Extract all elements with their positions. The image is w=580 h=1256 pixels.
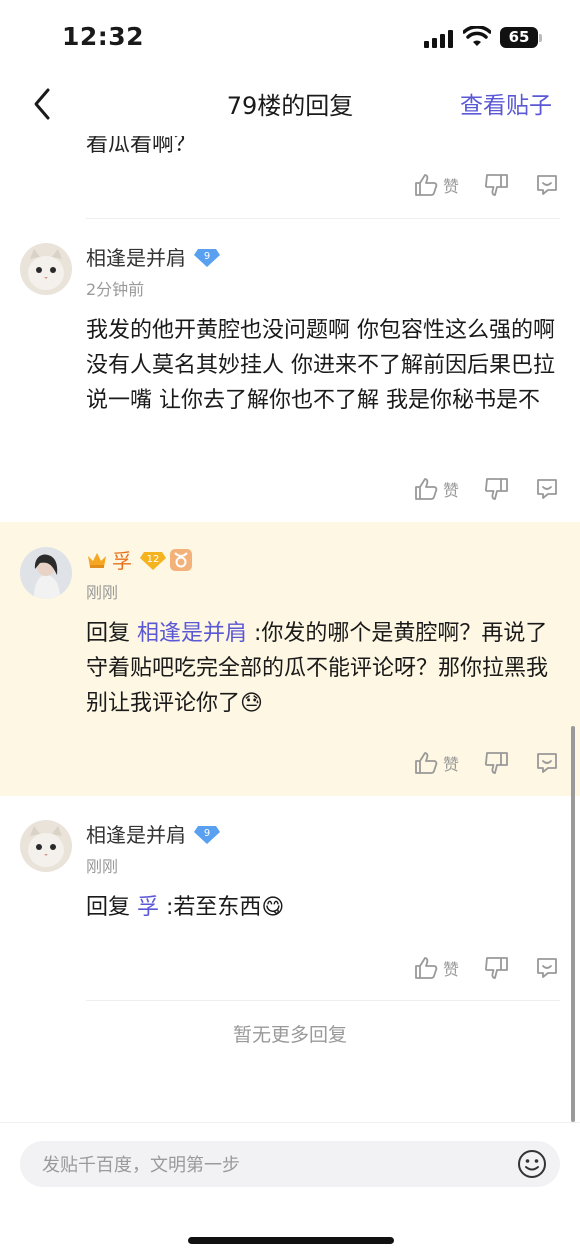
mention-link[interactable]: 相逢是并肩	[137, 621, 247, 646]
level-badge-diamond-icon: 12	[140, 551, 166, 570]
no-more-replies: 暂无更多回复	[232, 1024, 347, 1046]
dislike-button[interactable]	[484, 476, 510, 502]
username-text: 相逢是并肩	[86, 823, 186, 847]
home-indicator	[188, 1237, 394, 1244]
comment-icon	[537, 175, 557, 195]
timestamp: 刚刚	[86, 857, 119, 876]
comment-button[interactable]	[534, 172, 560, 198]
battery-tip	[539, 34, 542, 42]
like-button[interactable]: 赞	[413, 476, 459, 502]
reply-text: 回复 相逢是并肩 :你发的哪个是黄腔啊？再说了守着贴吧吃完全部的瓜不能评论呀？那…	[86, 616, 556, 721]
wifi-icon	[463, 26, 491, 46]
thumbs-down-icon	[484, 752, 508, 774]
like-button[interactable]: 赞	[413, 172, 459, 198]
avatar[interactable]	[20, 820, 72, 872]
divider	[86, 218, 560, 219]
level-badge-diamond-icon: 9	[194, 825, 220, 844]
timestamp: 2分钟前	[86, 280, 145, 299]
like-label: 赞	[443, 481, 460, 500]
dislike-button[interactable]	[484, 750, 510, 776]
reply-prefix: 回复	[86, 895, 137, 920]
thumbs-up-icon	[415, 478, 438, 500]
like-label: 赞	[443, 177, 460, 196]
bottom-input-bar	[0, 1122, 580, 1256]
thumbs-up-icon	[415, 174, 438, 196]
svg-text:9: 9	[204, 828, 210, 839]
mention-link[interactable]: 孚	[137, 895, 159, 920]
thumbs-up-icon	[415, 957, 438, 979]
view-post-link[interactable]: 查看贴子	[460, 86, 552, 120]
username[interactable]: 相逢是并肩 9	[86, 819, 220, 848]
comment-button[interactable]	[534, 955, 560, 981]
svg-text:12: 12	[147, 554, 160, 565]
taurus-zodiac-icon	[170, 548, 192, 571]
status-bar: 12:32 65	[0, 0, 580, 76]
cellular-signal-icon	[424, 30, 454, 48]
reply-prefix: 回复	[86, 621, 137, 646]
action-row: 赞	[0, 750, 580, 780]
reply-input-container	[20, 1141, 560, 1189]
comment-icon	[537, 753, 557, 773]
reply-input[interactable]	[40, 1141, 504, 1189]
like-label: 赞	[443, 755, 460, 774]
action-row: 赞	[0, 955, 580, 985]
reply-text: 回复 孚 :若至东西😋	[86, 890, 556, 925]
avatar[interactable]	[20, 547, 72, 599]
username[interactable]: 孚 12	[86, 545, 192, 574]
yum-emoji: 😋	[261, 895, 285, 920]
reply-text: 我发的他开黄腔也没问题啊 你包容性这么强的啊 没有人莫名其妙挂人 你进来不了解前…	[86, 318, 555, 413]
svg-text:9: 9	[204, 251, 210, 262]
like-button[interactable]: 赞	[413, 750, 459, 776]
battery-icon: 65	[500, 27, 538, 48]
thumbs-down-icon	[484, 478, 508, 500]
thumbs-down-icon	[484, 174, 508, 196]
comment-icon	[537, 479, 557, 499]
avatar[interactable]	[20, 243, 72, 295]
sweat-emoji: 😓	[240, 691, 263, 716]
level-badge-diamond-icon: 9	[194, 248, 220, 267]
like-label: 赞	[443, 960, 460, 979]
emoji-icon[interactable]	[517, 1149, 547, 1179]
timestamp: 刚刚	[86, 583, 119, 602]
comment-icon	[537, 958, 557, 978]
scrollbar[interactable]	[571, 726, 575, 1122]
status-time: 12:32	[62, 22, 145, 51]
nav-bar: 79楼的回复 查看贴子	[0, 76, 580, 132]
username-text: 孚	[112, 549, 132, 573]
like-button[interactable]: 赞	[413, 955, 459, 981]
username[interactable]: 相逢是并肩 9	[86, 242, 220, 271]
thumbs-up-icon	[415, 752, 438, 774]
dislike-button[interactable]	[484, 955, 510, 981]
thumbs-down-icon	[484, 957, 508, 979]
action-row: 赞	[0, 172, 580, 202]
reply-content: :若至东西	[159, 895, 262, 920]
divider	[86, 1000, 560, 1001]
dislike-button[interactable]	[484, 172, 510, 198]
crown-vip-icon	[88, 552, 106, 568]
action-row: 赞	[0, 476, 580, 506]
username-text: 相逢是并肩	[86, 246, 186, 270]
comment-button[interactable]	[534, 750, 560, 776]
comment-button[interactable]	[534, 476, 560, 502]
